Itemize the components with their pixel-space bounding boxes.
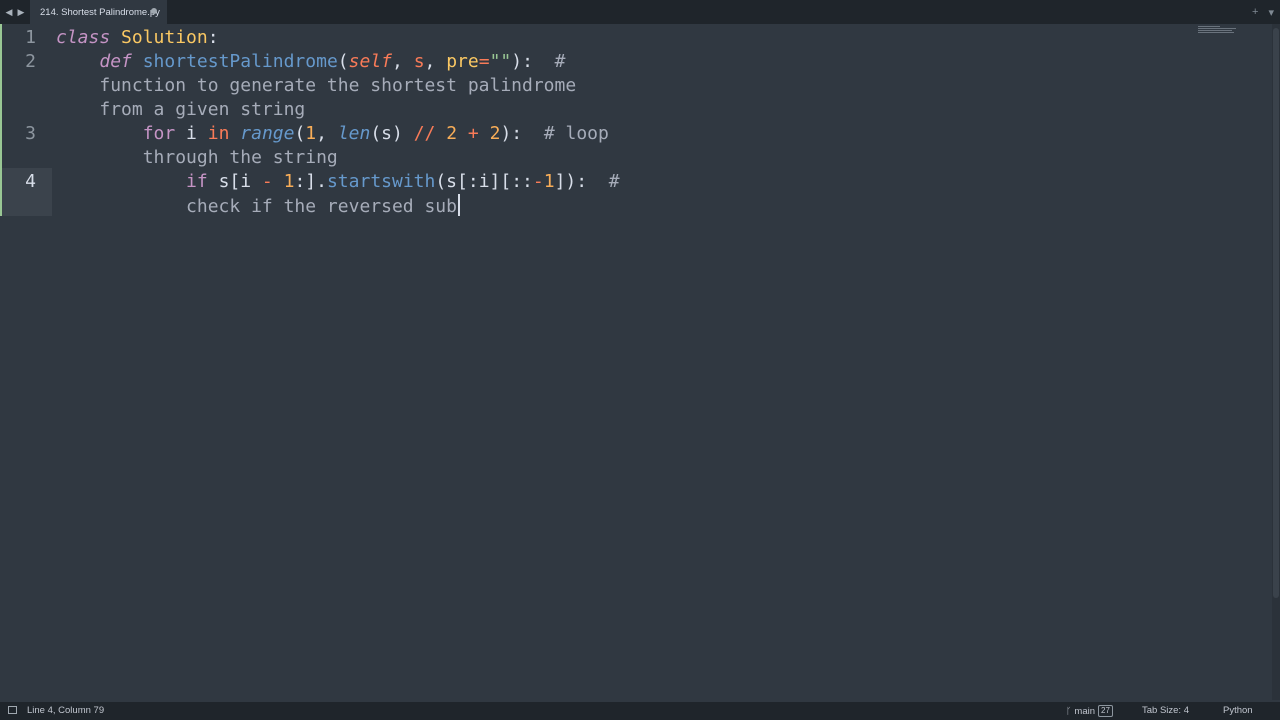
function-name: shortestPalindrome (142, 51, 338, 72)
tab-size-selector[interactable]: Tab Size: 4 (1142, 705, 1189, 716)
arguments: (s) (370, 123, 414, 144)
new-tab-icon[interactable]: + (1252, 6, 1258, 18)
git-branch-icon: ᚴ (1066, 706, 1072, 716)
comment: # loop (522, 123, 609, 144)
minimap[interactable] (1198, 26, 1238, 40)
branch-name: main (1074, 705, 1095, 717)
parameter: self (348, 51, 392, 72)
punctuation: , (424, 51, 447, 72)
number-literal: 2 (489, 123, 501, 144)
parameter: pre (446, 51, 479, 72)
comment: from a given string (99, 99, 306, 120)
code-line-2-wrap: from a given string (56, 98, 305, 122)
changes-count-badge: 27 (1098, 705, 1113, 717)
keyword: in (207, 123, 230, 144)
punctuation: ( (337, 51, 349, 72)
keyword: if (186, 171, 208, 192)
text-cursor (457, 194, 460, 216)
code-line-1: class Solution: (56, 26, 219, 50)
punctuation: ( (294, 123, 306, 144)
line-number: 2 (25, 51, 36, 72)
code-content[interactable]: class Solution: def shortestPalindrome(s… (56, 24, 1216, 432)
parameter: s (413, 51, 425, 72)
comment: function to generate the shortest palind… (99, 75, 577, 96)
code-editor[interactable]: 1 2 3 4 class Solution: def shortestPali… (0, 24, 1272, 700)
line-number: 3 (25, 123, 36, 144)
punctuation: : (207, 27, 219, 48)
scrollbar-thumb[interactable] (1273, 28, 1279, 598)
number-literal: 1 (305, 123, 317, 144)
minimap-line (1198, 26, 1220, 27)
vertical-scrollbar[interactable] (1272, 24, 1280, 700)
operator: - (261, 171, 273, 192)
cursor-position[interactable]: Line 4, Column 79 (27, 705, 104, 716)
identifier: i (175, 123, 208, 144)
status-bar: Line 4, Column 79 ᚴ main 27 Tab Size: 4 … (0, 702, 1280, 720)
panel-toggle-icon[interactable] (8, 706, 17, 714)
expression: s[i (207, 171, 262, 192)
line-gutter: 1 2 3 4 (0, 24, 52, 700)
keyword: class (56, 27, 111, 48)
punctuation: ]): (554, 171, 588, 192)
minimap-line (1198, 28, 1236, 29)
minimap-line (1198, 30, 1232, 31)
git-branch[interactable]: ᚴ main 27 (1066, 705, 1113, 717)
comment: # (587, 171, 620, 192)
tab-bar-actions: + ▾ (1252, 0, 1274, 24)
punctuation: , (392, 51, 414, 72)
line-number: 1 (25, 27, 36, 48)
punctuation: ): (511, 51, 533, 72)
punctuation: , (316, 123, 338, 144)
tab-navigation: ◀ ▶ (4, 0, 26, 24)
keyword: def (99, 51, 132, 72)
tab-shortest-palindrome[interactable]: 214. Shortest Palindrome.py (30, 0, 167, 24)
operator: // (413, 123, 436, 144)
expression: :]. (294, 171, 327, 192)
number-literal: 1 (543, 171, 555, 192)
tab-title: 214. Shortest Palindrome.py (40, 6, 160, 18)
builtin-function: len (337, 123, 371, 144)
operator: - (532, 171, 544, 192)
code-line-2: def shortestPalindrome(self, s, pre=""):… (56, 50, 565, 74)
code-line-2-wrap: function to generate the shortest palind… (56, 74, 576, 98)
code-line-3-wrap: through the string (56, 146, 338, 170)
forward-arrow-icon[interactable]: ▶ (16, 7, 26, 18)
comment: through the string (142, 147, 338, 168)
comment: # (532, 51, 566, 72)
comment: check if the reversed sub (186, 196, 457, 217)
minimap-line (1198, 32, 1234, 33)
back-arrow-icon[interactable]: ◀ (4, 7, 14, 18)
editor-window: ◀ ▶ 214. Shortest Palindrome.py + ▾ 1 2 … (0, 0, 1280, 720)
method-name: startswith (326, 171, 436, 192)
code-line-4-wrap: check if the reversed sub (56, 194, 460, 218)
tab-list-icon[interactable]: ▾ (1268, 6, 1274, 19)
tab-bar: ◀ ▶ 214. Shortest Palindrome.py + ▾ (0, 0, 1280, 24)
expression: (s[:i][:: (435, 171, 533, 192)
class-name: Solution (121, 27, 208, 48)
number-literal: 2 (446, 123, 458, 144)
unsaved-dot-icon[interactable] (151, 8, 157, 14)
code-line-3: for i in range(1, len(s) // 2 + 2): # lo… (56, 122, 609, 146)
string-literal: "" (489, 51, 512, 72)
line-number-current: 4 (25, 171, 36, 192)
syntax-selector[interactable]: Python (1223, 705, 1253, 716)
keyword: for (142, 123, 176, 144)
builtin-function: range (240, 123, 295, 144)
operator: = (478, 51, 490, 72)
number-literal: 1 (283, 171, 295, 192)
code-line-4: if s[i - 1:].startswith(s[:i][::-1]): # (56, 170, 620, 194)
operator: + (467, 123, 479, 144)
punctuation: ): (500, 123, 523, 144)
